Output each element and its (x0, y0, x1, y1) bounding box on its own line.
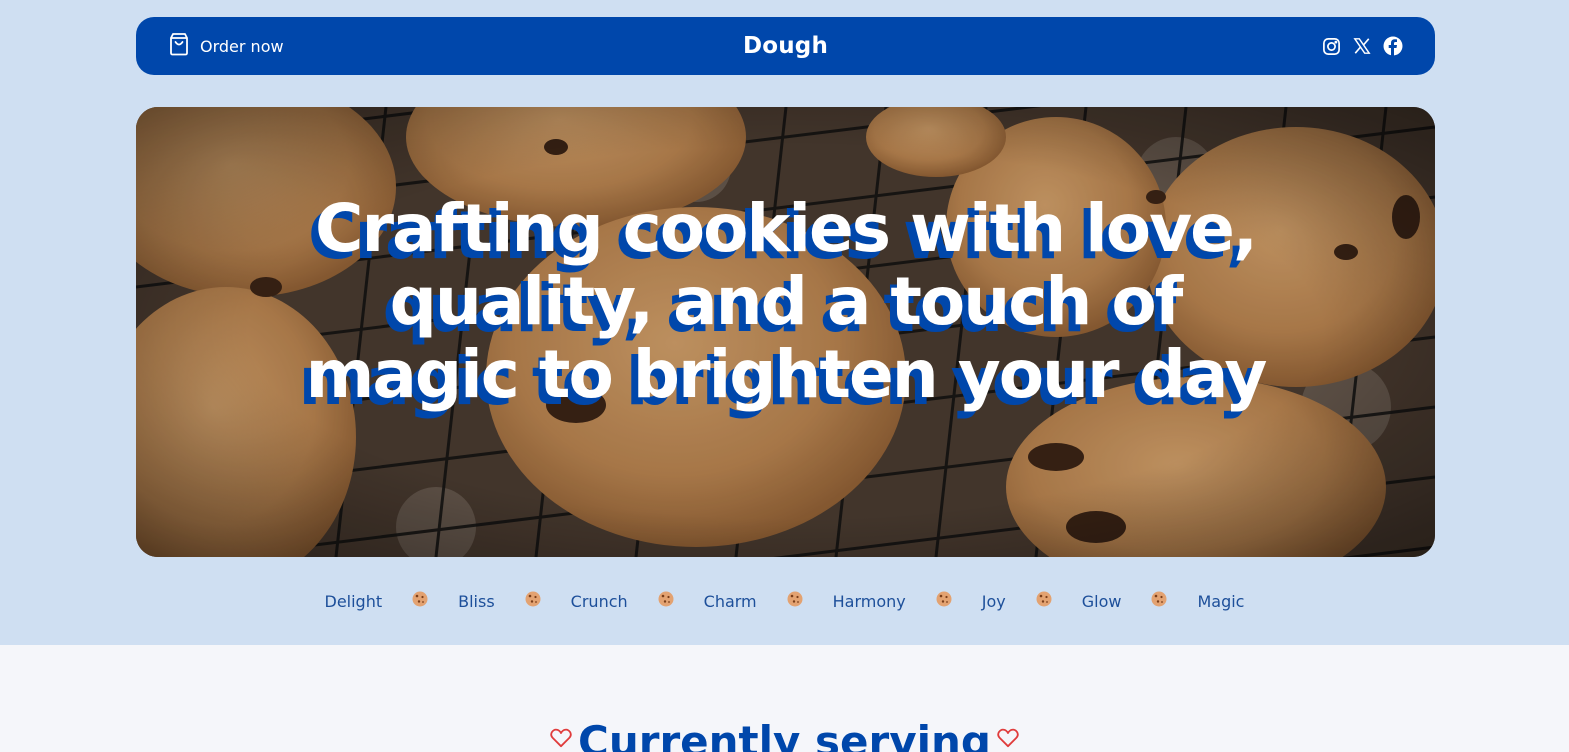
hero-banner: Crafting cookies with love, quality, and… (136, 107, 1435, 557)
ticker-word: Joy (981, 591, 1006, 611)
ticker-word: Delight (324, 591, 383, 611)
ticker-word: Bliss (458, 591, 495, 611)
cookie-icon (1151, 591, 1167, 611)
cookie-icon (658, 591, 674, 611)
heart-icon (550, 709, 572, 752)
ticker-word: Glow (1081, 591, 1122, 611)
ticker-word: Harmony (832, 591, 906, 611)
shopping-bag-icon (168, 32, 190, 60)
currently-serving-section: Currently serving (0, 645, 1569, 752)
instagram-icon[interactable] (1321, 36, 1341, 56)
cookie-icon (412, 591, 428, 611)
ticker-word: Crunch (570, 591, 628, 611)
order-now-label: Order now (200, 36, 284, 56)
cookie-icon (525, 591, 541, 611)
ticker-word: Charm (703, 591, 757, 611)
x-icon[interactable] (1352, 36, 1372, 56)
hero-heading: Crafting cookies with love, quality, and… (305, 190, 1268, 413)
heart-icon (997, 709, 1019, 752)
order-now-button[interactable]: Order now (168, 32, 284, 60)
section-heading: Currently serving (0, 717, 1569, 752)
top-navbar: Order now Dough (136, 17, 1435, 75)
social-links (1321, 36, 1403, 56)
ticker-word: Magic (1197, 591, 1245, 611)
cookie-icon (787, 591, 803, 611)
brand-logo[interactable]: Dough (743, 33, 828, 59)
facebook-icon[interactable] (1383, 36, 1403, 56)
section-title-text: Currently serving (578, 717, 991, 752)
cookie-icon (936, 591, 952, 611)
cookie-icon (1036, 591, 1052, 611)
word-ticker: Delight Bliss Crunch Charm Harmony Joy G… (0, 588, 1569, 614)
